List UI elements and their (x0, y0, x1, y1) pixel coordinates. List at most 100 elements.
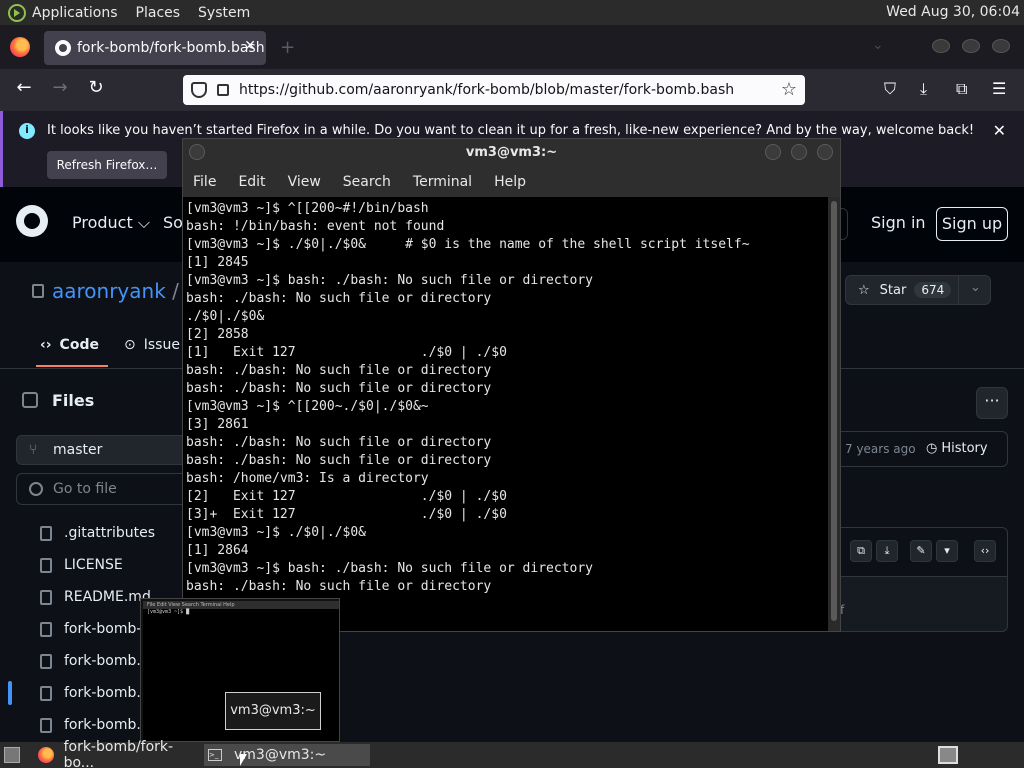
close-window-button[interactable] (992, 39, 1010, 53)
terminal-line: ./$0|./$0& (186, 309, 265, 324)
browser-tab-title: fork-bomb/fork-bomb.bash (77, 40, 265, 56)
go-to-file-input[interactable]: Go to file (16, 473, 196, 505)
taskbar-item-label: vm3@vm3:~ (234, 747, 327, 763)
nav-product[interactable]: Product ⌵ (72, 213, 150, 233)
new-tab-button[interactable]: + (280, 37, 295, 58)
distro-logo-icon[interactable] (8, 3, 26, 22)
copy-icon[interactable]: ⧉ (850, 540, 872, 562)
terminal-menubar: File Edit View Search Terminal Help (183, 167, 840, 197)
firefox-view-icon[interactable] (10, 37, 30, 57)
tab-close-icon[interactable]: ✕ (244, 38, 256, 54)
terminal-line: [vm3@vm3 ~]$ ./$0|./$0& # $0 is the name… (186, 237, 750, 252)
history-link[interactable]: ◷ History (926, 441, 988, 456)
show-desktop-icon[interactable] (4, 747, 20, 763)
more-options-button[interactable]: ··· (976, 387, 1008, 419)
sign-up-button[interactable]: Sign up (936, 207, 1008, 241)
terminal-line: [1] Exit 127 ./$0 | ./$0 (186, 345, 507, 360)
menu-system[interactable]: System (198, 5, 250, 21)
info-icon: i (19, 123, 35, 139)
pocket-icon[interactable]: ⛉ (884, 79, 896, 99)
terminal-scrollbar-thumb[interactable] (831, 201, 837, 621)
workspace-switcher[interactable] (938, 746, 958, 764)
terminal-menu-search[interactable]: Search (343, 174, 391, 190)
tab-issues[interactable]: ⊙ Issue (124, 337, 180, 353)
bookmark-star-icon[interactable]: ☆ (781, 79, 797, 100)
terminal-line: [1] 2864 (186, 543, 249, 558)
repo-icon (32, 284, 44, 298)
maximize-button[interactable] (962, 39, 980, 53)
github-logo-icon[interactable] (16, 205, 48, 237)
downloads-icon[interactable]: ⤓ (920, 79, 927, 99)
files-heading: Files (52, 391, 95, 410)
symbols-icon[interactable]: ‹› (974, 540, 996, 562)
file-icon (40, 686, 52, 701)
terminal-menu-view[interactable]: View (288, 174, 321, 190)
edit-pencil-icon[interactable]: ✎ (910, 540, 932, 562)
sidebar-toggle-icon[interactable] (22, 392, 38, 408)
terminal-line: [vm3@vm3 ~]$ bash: ./bash: No such file … (186, 273, 593, 288)
file-actions-bar: ⧉ ⤓ ✎ ▾ ‹› (838, 527, 1008, 577)
notification-close-icon[interactable]: ✕ (993, 121, 1006, 140)
file-name: .gitattributes (64, 525, 156, 541)
branch-name: master (53, 442, 103, 458)
desktop: Applications Places System Wed Aug 30, 0… (0, 0, 1024, 768)
tab-code[interactable]: ‹› Code (36, 337, 108, 367)
bottom-taskbar: fork-bomb/fork-bo... >_ vm3@vm3:~ (0, 739, 1024, 768)
browser-tab-active[interactable]: fork-bomb/fork-bomb.bash ✕ (44, 31, 266, 65)
edit-dropdown-icon[interactable]: ▾ (936, 540, 958, 562)
terminal-maximize-button[interactable] (791, 144, 807, 160)
star-count: 674 (914, 282, 952, 298)
menu-places[interactable]: Places (136, 5, 181, 21)
panel-clock[interactable]: Wed Aug 30, 06:04 (886, 4, 1020, 20)
history-label: History (941, 441, 988, 456)
terminal-menu-edit[interactable]: Edit (238, 174, 265, 190)
terminal-scrollbar[interactable] (828, 197, 840, 631)
back-button[interactable]: ← (12, 77, 36, 98)
terminal-line: [vm3@vm3 ~]$ bash: ./bash: No such file … (186, 561, 593, 576)
taskbar-item-terminal[interactable]: >_ vm3@vm3:~ (204, 744, 370, 766)
terminal-line: bash: ./bash: No such file or directory (186, 291, 492, 306)
menu-applications[interactable]: Applications (32, 5, 118, 21)
sign-in-link[interactable]: Sign in (871, 213, 926, 232)
extensions-icon[interactable]: ⧉ (956, 79, 967, 99)
window-preview[interactable]: File Edit View Search Terminal Help [vm3… (140, 598, 340, 742)
terminal-output[interactable]: [vm3@vm3 ~]$ ^[[200~#!/bin/bash bash: !/b… (183, 197, 828, 631)
terminal-titlebar[interactable]: vm3@vm3:~ (183, 139, 840, 167)
branch-selector[interactable]: ⑂ master (16, 435, 196, 465)
url-text[interactable]: https://github.com/aaronryank/fork-bomb/… (239, 82, 734, 98)
terminal-menu-help[interactable]: Help (494, 174, 526, 190)
refresh-firefox-button[interactable]: Refresh Firefox… (47, 151, 167, 179)
app-menu-icon[interactable]: ☰ (992, 79, 1006, 98)
terminal-close-button[interactable] (817, 144, 833, 160)
commit-meta-bar: 7 years ago ◷ History (838, 431, 1008, 467)
nav-solutions[interactable]: So (163, 213, 183, 232)
terminal-menu-terminal[interactable]: Terminal (413, 174, 472, 190)
download-raw-icon[interactable]: ⤓ (876, 540, 898, 562)
star-button[interactable]: ☆ Star 674 ⌄ (845, 275, 991, 305)
file-tree-item[interactable]: .gitattributes (0, 517, 200, 549)
star-divider (958, 276, 959, 304)
lock-icon[interactable] (217, 84, 229, 96)
repo-owner-link[interactable]: aaronryank (52, 279, 166, 303)
file-icon (40, 590, 52, 605)
minimize-button[interactable] (932, 39, 950, 53)
tracking-shield-icon[interactable] (191, 82, 207, 98)
taskbar-item-firefox[interactable]: fork-bomb/fork-bo... (34, 739, 200, 768)
list-tabs-icon[interactable]: ⌄ (872, 37, 884, 53)
notification-message: It looks like you haven’t started Firefo… (47, 123, 975, 138)
terminal-menu-file[interactable]: File (193, 174, 216, 190)
url-bar[interactable]: https://github.com/aaronryank/fork-bomb/… (183, 75, 805, 105)
file-name: fork-bomb.a (64, 653, 150, 669)
file-name: LICENSE (64, 557, 123, 573)
tab-code-label: Code (59, 337, 99, 353)
preview-prompt: [vm3@vm3 ~]$ █ (147, 609, 190, 615)
forward-button[interactable]: → (48, 77, 72, 98)
branch-icon: ⑂ (29, 442, 38, 458)
star-dropdown-icon[interactable]: ⌄ (970, 280, 981, 295)
terminal-menu-icon[interactable] (189, 144, 205, 160)
terminal-icon: >_ (208, 749, 222, 761)
terminal-minimize-button[interactable] (765, 144, 781, 160)
reload-button[interactable]: ↻ (84, 77, 108, 98)
file-tree-item[interactable]: LICENSE (0, 549, 200, 581)
terminal-line: bash: ./bash: No such file or directory (186, 453, 492, 468)
